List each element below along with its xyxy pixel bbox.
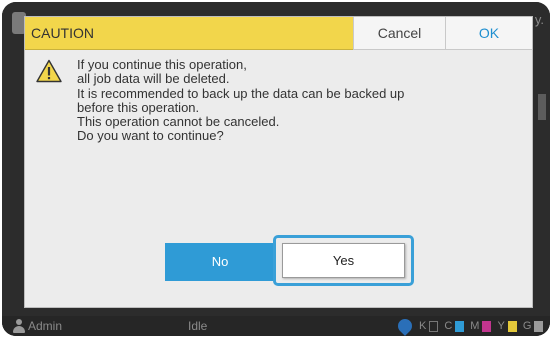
message-line: If you continue this operation, bbox=[77, 57, 247, 72]
dialog-title: CAUTION bbox=[25, 17, 353, 50]
dialog-message: If you continue this operation, all job … bbox=[77, 57, 497, 144]
ink-label-k: K bbox=[419, 320, 427, 332]
device-frame: y. Admin Idle K C M Y G CAUTION Cancel O… bbox=[2, 2, 550, 336]
user-label: Admin bbox=[28, 319, 63, 333]
message-line: It is recommended to back up the data ca… bbox=[77, 85, 405, 101]
message-line: Do you want to continue? bbox=[77, 128, 224, 144]
warning-triangle-icon bbox=[36, 59, 62, 83]
yes-button-focus-ring: Yes bbox=[273, 235, 414, 286]
ink-swatch-y bbox=[507, 320, 517, 332]
message-line: This operation cannot be canceled. bbox=[77, 114, 280, 130]
ink-label-g: G bbox=[522, 320, 532, 332]
ink-swatch-m bbox=[482, 320, 492, 332]
user-icon bbox=[12, 319, 26, 333]
status-bar: Admin Idle K C M Y G bbox=[2, 316, 550, 336]
machine-status: Idle bbox=[188, 319, 208, 333]
yes-button[interactable]: Yes bbox=[282, 243, 405, 278]
ink-swatch-c bbox=[455, 320, 465, 332]
message-line: before this operation. bbox=[77, 99, 200, 115]
ink-swatch-g bbox=[534, 320, 544, 332]
ink-levels: K C M Y G bbox=[395, 316, 546, 336]
ink-swatch-k bbox=[429, 320, 439, 332]
ok-button[interactable]: OK bbox=[445, 17, 532, 50]
ink-label-c: C bbox=[444, 320, 453, 332]
no-button[interactable]: No bbox=[165, 243, 275, 281]
caution-dialog: CAUTION Cancel OK If you continue this o… bbox=[24, 16, 533, 308]
background-scroll-marker bbox=[538, 94, 546, 120]
ink-label-m: M bbox=[470, 320, 480, 332]
ink-drop-icon bbox=[395, 316, 415, 336]
dialog-header: CAUTION Cancel OK bbox=[25, 17, 532, 50]
ink-label-y: Y bbox=[497, 320, 505, 332]
message-line: all job data will be deleted. bbox=[77, 71, 230, 87]
background-text: y. bbox=[534, 12, 544, 27]
cancel-button[interactable]: Cancel bbox=[353, 17, 445, 50]
